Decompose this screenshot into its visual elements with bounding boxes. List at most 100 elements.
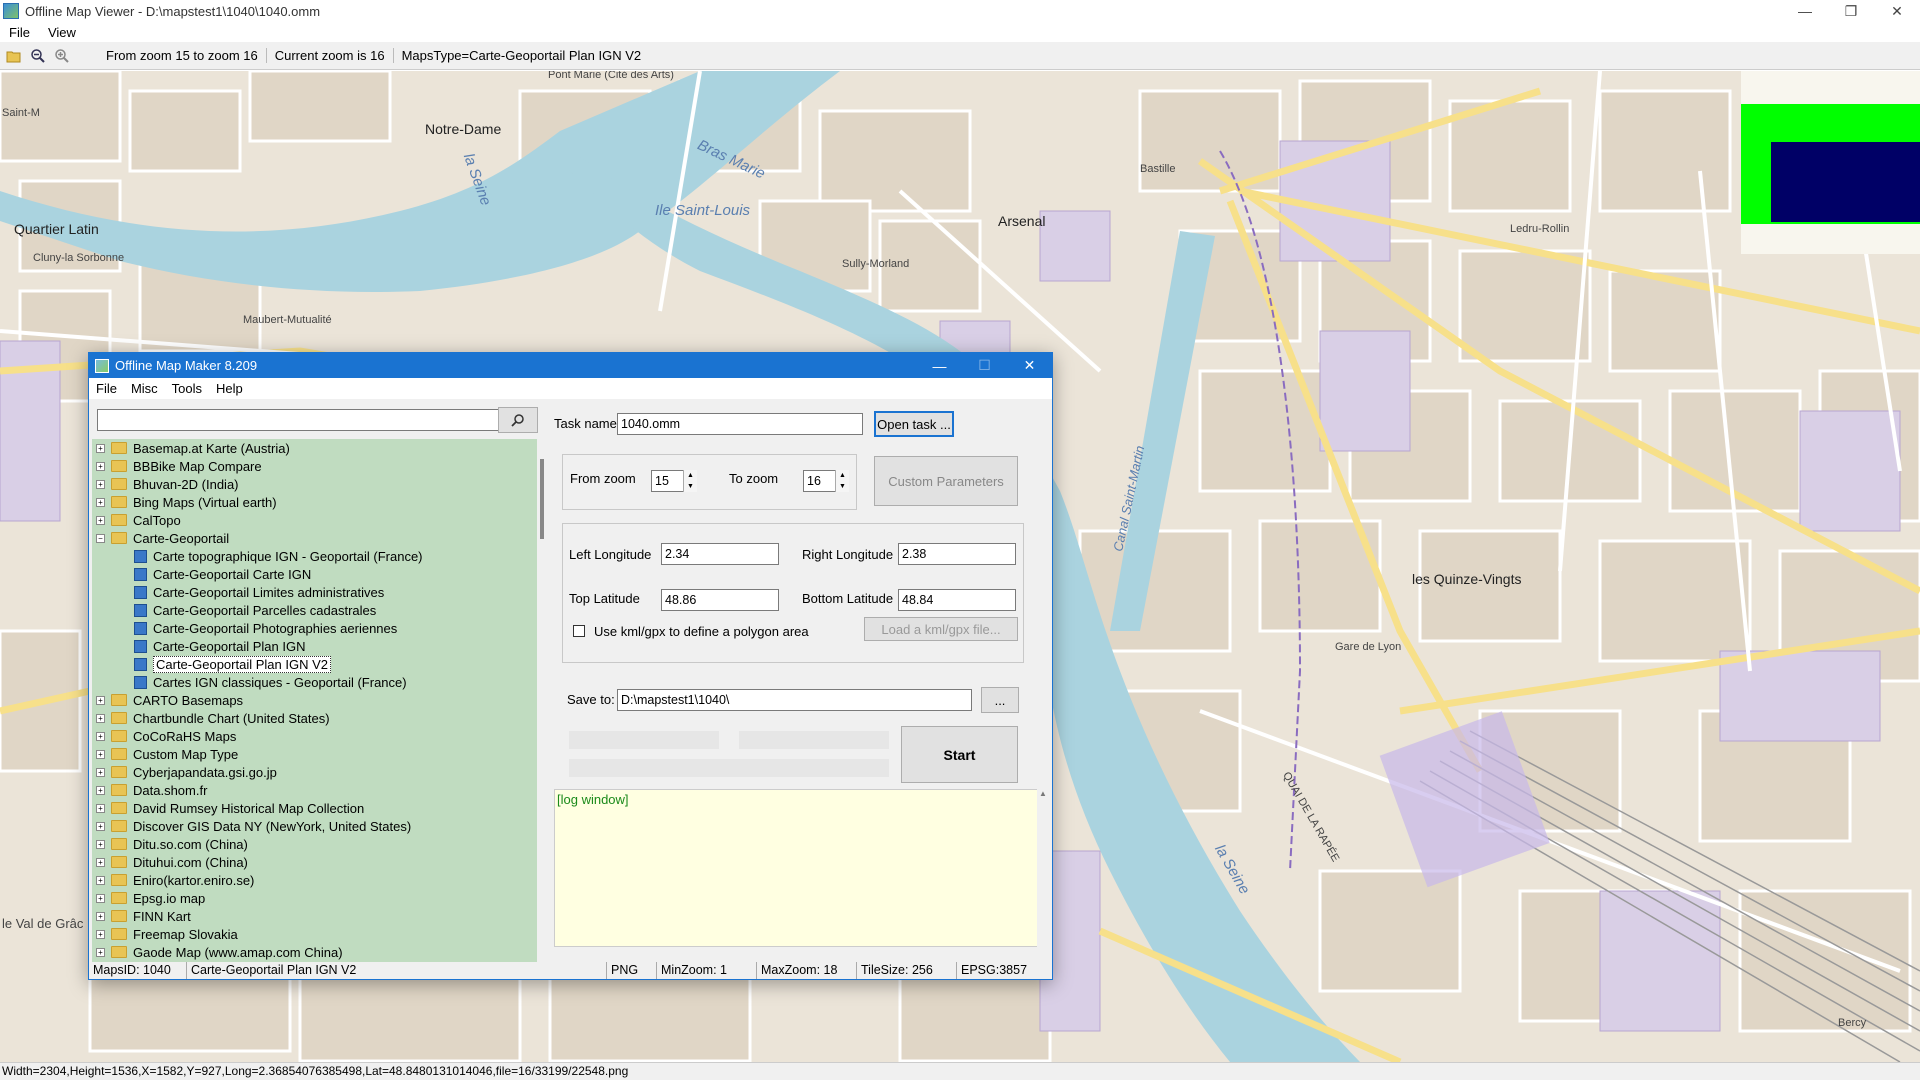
expand-toggle-icon[interactable]: + <box>96 839 105 849</box>
map-label-notre-dame: Notre-Dame <box>425 121 502 137</box>
expand-toggle-icon[interactable]: + <box>96 785 105 795</box>
tree-folder[interactable]: + Basemap.at Karte (Austria) <box>92 439 537 457</box>
map-search-input[interactable] <box>97 409 505 431</box>
tree-scrollbar[interactable] <box>537 439 547 966</box>
start-button[interactable]: Start <box>901 726 1018 783</box>
bottom-latitude-input[interactable]: 48.84 <box>898 589 1016 611</box>
dialog-menu-misc[interactable]: Misc <box>124 381 165 396</box>
expand-toggle-icon[interactable]: + <box>96 947 105 957</box>
tree-map-item[interactable]: Carte-Geoportail Carte IGN <box>92 565 537 583</box>
map-label-ledru-rollin: Ledru-Rollin <box>1510 223 1570 235</box>
from-zoom-stepper[interactable]: ▲ ▼ <box>683 470 697 492</box>
from-zoom-up-icon[interactable]: ▲ <box>687 472 694 479</box>
expand-toggle-icon[interactable]: + <box>96 731 105 741</box>
tree-folder[interactable]: + Epsg.io map <box>92 889 537 907</box>
menu-view[interactable]: View <box>39 25 85 40</box>
expand-toggle-icon[interactable]: + <box>96 911 105 921</box>
load-kml-button[interactable]: Load a kml/gpx file... <box>864 617 1018 641</box>
open-folder-icon[interactable] <box>4 46 24 66</box>
tree-folder[interactable]: + CalTopo <box>92 511 537 529</box>
tree-folder[interactable]: + Bing Maps (Virtual earth) <box>92 493 537 511</box>
expand-toggle-icon[interactable]: + <box>96 443 105 453</box>
expand-toggle-icon[interactable]: − <box>96 533 105 543</box>
zoom-in-icon[interactable] <box>52 46 72 66</box>
expand-toggle-icon[interactable]: + <box>96 515 105 525</box>
expand-toggle-icon[interactable]: + <box>96 749 105 759</box>
expand-toggle-icon[interactable]: + <box>96 821 105 831</box>
tree-folder[interactable]: + BBBike Map Compare <box>92 457 537 475</box>
expand-toggle-icon[interactable]: + <box>96 767 105 777</box>
tree-folder[interactable]: + Data.shom.fr <box>92 781 537 799</box>
tree-item-label: Cyberjapandata.gsi.go.jp <box>133 764 277 780</box>
dialog-menu-help[interactable]: Help <box>209 381 250 396</box>
folder-icon <box>111 946 127 958</box>
expand-toggle-icon[interactable]: + <box>96 929 105 939</box>
task-name-input[interactable]: 1040.omm <box>617 413 863 435</box>
folder-icon <box>111 694 127 706</box>
expand-toggle-icon[interactable]: + <box>96 497 105 507</box>
tree-map-item[interactable]: Carte-Geoportail Photographies aeriennes <box>92 619 537 637</box>
status-epsg: EPSG:3857 <box>961 963 1028 977</box>
expand-toggle-icon[interactable]: + <box>96 875 105 885</box>
menu-file[interactable]: File <box>0 25 39 40</box>
browse-button[interactable]: ... <box>981 687 1019 713</box>
to-zoom-up-icon[interactable]: ▲ <box>839 472 846 479</box>
log-window[interactable]: [log window] <box>554 789 1046 947</box>
left-longitude-input[interactable]: 2.34 <box>661 543 779 565</box>
tree-map-item[interactable]: Cartes IGN classiques - Geoportail (Fran… <box>92 673 537 691</box>
tree-map-item[interactable]: Carte topographique IGN - Geoportail (Fr… <box>92 547 537 565</box>
dialog-minimize-icon[interactable]: — <box>917 353 962 378</box>
folder-icon <box>111 514 127 526</box>
tree-folder[interactable]: + Gaode Map (www.amap.com China) <box>92 943 537 961</box>
tree-folder[interactable]: + Ditu.so.com (China) <box>92 835 537 853</box>
tree-folder[interactable]: − Carte-Geoportail <box>92 529 537 547</box>
tree-folder[interactable]: + CARTO Basemaps <box>92 691 537 709</box>
tree-map-item[interactable]: Carte-Geoportail Plan IGN <box>92 637 537 655</box>
tree-folder[interactable]: + Cyberjapandata.gsi.go.jp <box>92 763 537 781</box>
tree-folder[interactable]: + Chartbundle Chart (United States) <box>92 709 537 727</box>
restore-icon[interactable]: ❐ <box>1828 0 1874 22</box>
folder-icon <box>111 748 127 760</box>
map-type-tree[interactable]: + Basemap.at Karte (Austria) + BBBike Map C… <box>92 439 537 966</box>
kml-checkbox[interactable] <box>573 625 585 637</box>
map-label-sully-morland: Sully-Morland <box>842 258 910 270</box>
expand-toggle-icon[interactable]: + <box>96 857 105 867</box>
expand-toggle-icon[interactable]: + <box>96 803 105 813</box>
custom-parameters-button[interactable]: Custom Parameters <box>874 456 1018 506</box>
expand-toggle-icon[interactable]: + <box>96 893 105 903</box>
tree-folder[interactable]: + Custom Map Type <box>92 745 537 763</box>
close-icon[interactable]: ✕ <box>1874 0 1920 22</box>
expand-toggle-icon[interactable]: + <box>96 713 105 723</box>
tree-map-item[interactable]: Carte-Geoportail Parcelles cadastrales <box>92 601 537 619</box>
tree-folder[interactable]: + FINN Kart <box>92 907 537 925</box>
tree-map-item[interactable]: Carte-Geoportail Plan IGN V2 <box>92 655 537 673</box>
expand-toggle-icon[interactable]: + <box>96 479 105 489</box>
from-zoom-down-icon[interactable]: ▼ <box>687 483 694 490</box>
tree-folder[interactable]: + Freemap Slovakia <box>92 925 537 943</box>
save-to-input[interactable]: D:\mapstest1\1040\ <box>617 689 972 711</box>
dialog-menu-file[interactable]: File <box>89 381 124 396</box>
log-scrollbar[interactable]: ▲ <box>1037 789 1049 947</box>
scroll-up-icon[interactable]: ▲ <box>1039 789 1047 798</box>
search-button[interactable] <box>498 407 538 433</box>
dialog-maximize-icon[interactable]: ☐ <box>962 353 1007 378</box>
tree-folder[interactable]: + CoCoRaHS Maps <box>92 727 537 745</box>
tree-map-item[interactable]: Carte-Geoportail Limites administratives <box>92 583 537 601</box>
expand-toggle-icon[interactable]: + <box>96 461 105 471</box>
tree-folder[interactable]: + Bhuvan-2D (India) <box>92 475 537 493</box>
minimize-icon[interactable]: — <box>1782 0 1828 22</box>
to-zoom-down-icon[interactable]: ▼ <box>839 483 846 490</box>
zoom-out-icon[interactable] <box>28 46 48 66</box>
tree-scroll-thumb[interactable] <box>540 459 544 539</box>
tree-folder[interactable]: + Discover GIS Data NY (NewYork, United S… <box>92 817 537 835</box>
expand-toggle-icon[interactable]: + <box>96 695 105 705</box>
to-zoom-stepper[interactable]: ▲ ▼ <box>835 470 849 492</box>
dialog-close-icon[interactable]: ✕ <box>1007 353 1052 378</box>
right-longitude-input[interactable]: 2.38 <box>898 543 1016 565</box>
top-latitude-input[interactable]: 48.86 <box>661 589 779 611</box>
tree-folder[interactable]: + Eniro(kartor.eniro.se) <box>92 871 537 889</box>
dialog-menu-tools[interactable]: Tools <box>165 381 209 396</box>
tree-folder[interactable]: + Dituhui.com (China) <box>92 853 537 871</box>
tree-folder[interactable]: + David Rumsey Historical Map Collection <box>92 799 537 817</box>
open-task-button[interactable]: Open task ... <box>874 411 954 437</box>
